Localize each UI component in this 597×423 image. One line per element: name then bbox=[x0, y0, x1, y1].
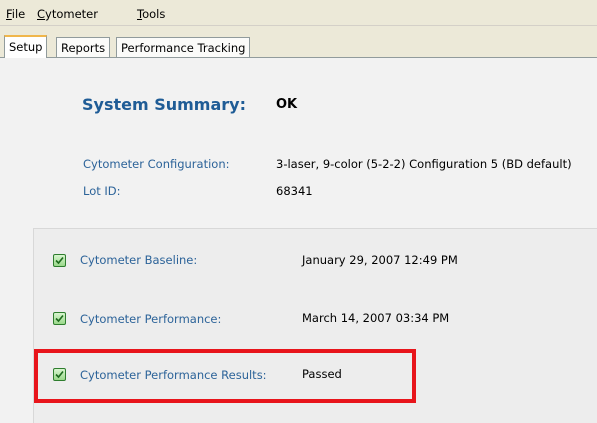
cytometer-baseline-value: January 29, 2007 12:49 PM bbox=[302, 253, 458, 267]
cytometer-performance-value: March 14, 2007 03:34 PM bbox=[302, 311, 450, 325]
check-icon bbox=[53, 312, 66, 325]
cytometer-configuration-label: Cytometer Configuration: bbox=[83, 157, 230, 171]
system-summary-status: OK bbox=[276, 97, 298, 112]
menu-cytometer-label: ytometer bbox=[45, 7, 98, 21]
menu-cytometer-mnemonic: C bbox=[37, 7, 46, 21]
system-summary-title: System Summary: bbox=[82, 95, 246, 114]
tab-reports[interactable]: Reports bbox=[56, 37, 111, 57]
menu-tools[interactable]: Tools bbox=[137, 7, 165, 21]
lot-id-value: 68341 bbox=[276, 184, 313, 198]
cytometer-configuration-value: 3-laser, 9-color (5-2-2) Configuration 5… bbox=[276, 157, 572, 171]
tab-setup[interactable]: Setup bbox=[4, 35, 48, 58]
tab-divider bbox=[0, 57, 597, 58]
lot-id-label: Lot ID: bbox=[83, 184, 121, 198]
highlight-box bbox=[34, 349, 416, 403]
cytometer-performance-label: Cytometer Performance: bbox=[80, 312, 222, 326]
check-icon bbox=[53, 254, 66, 267]
menu-file[interactable]: File bbox=[6, 7, 25, 21]
menu-cytometer[interactable]: Cytometer bbox=[37, 7, 98, 21]
menu-bar: File Cytometer Tools bbox=[0, 0, 597, 26]
app-window: File Cytometer Tools Setup Reports Perfo… bbox=[0, 0, 597, 423]
menu-tools-label: ools bbox=[142, 7, 166, 21]
cytometer-baseline-label: Cytometer Baseline: bbox=[80, 253, 198, 267]
tab-performance-tracking[interactable]: Performance Tracking bbox=[116, 37, 251, 57]
menu-file-label: ile bbox=[11, 7, 26, 21]
